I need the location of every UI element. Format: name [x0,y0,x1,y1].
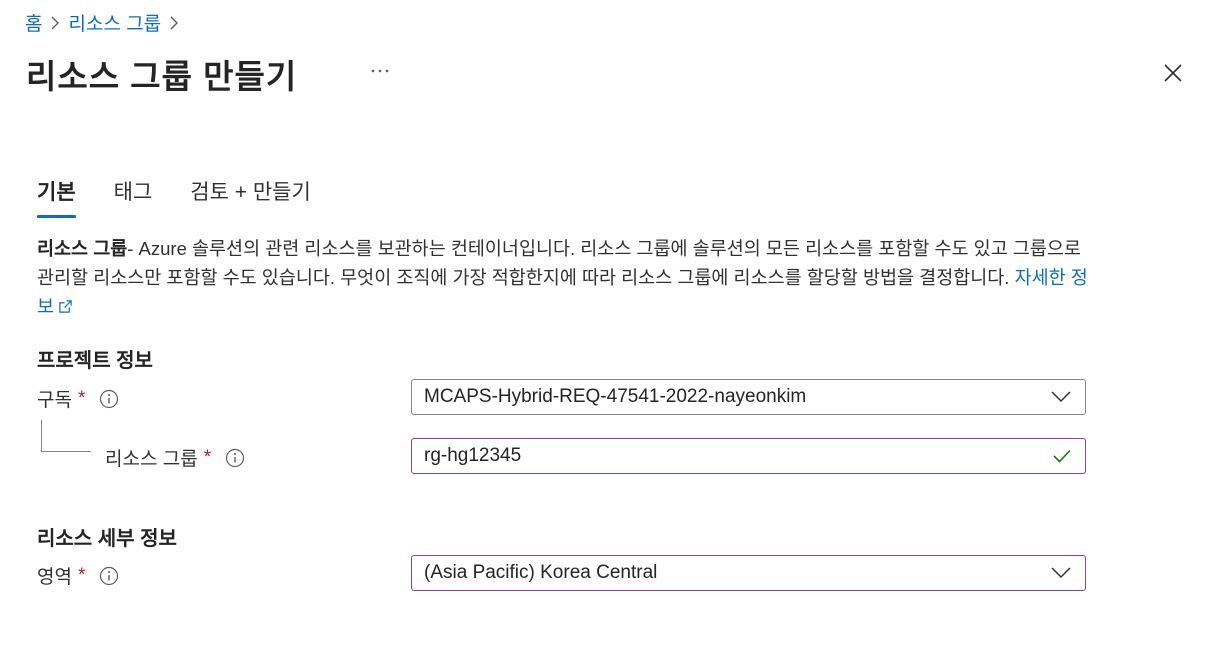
resource-details-heading: 리소스 세부 정보 [37,528,177,550]
tab-review-create[interactable]: 검토 + 만들기 [190,176,311,218]
description-body: - Azure 솔루션의 관련 리소스를 보관하는 컨테이너입니다. 리소스 그… [37,238,1081,288]
breadcrumb-resource-groups-link[interactable]: 리소스 그룹 [68,9,161,36]
chevron-right-icon [161,13,187,33]
subscription-value: MCAPS-Hybrid-REQ-47541-2022-nayeonkim [424,386,807,407]
required-marker: * [77,387,86,409]
tree-connector [41,420,91,452]
breadcrumb-home-link[interactable]: 홈 [25,9,42,36]
ellipsis-icon [371,69,389,73]
region-label: 영역 [37,567,72,588]
external-link-icon [59,300,72,313]
page-title: 리소스 그룹 만들기 [26,58,298,95]
required-marker: * [203,446,212,468]
subscription-label-row: 구독 * [37,385,119,412]
info-icon[interactable] [99,389,119,409]
resource-group-label-row: 리소스 그룹 * [105,444,245,471]
resource-group-value: rg-hg12345 [424,445,522,466]
resource-group-label: 리소스 그룹 [105,449,198,470]
more-options-button[interactable] [368,60,392,82]
info-icon[interactable] [225,448,245,468]
description-text: 리소스 그룹- Azure 솔루션의 관련 리소스를 보관하는 컨테이너입니다.… [37,234,1097,321]
close-button[interactable] [1160,60,1186,86]
info-icon[interactable] [99,566,119,586]
tab-tags[interactable]: 태그 [114,176,153,218]
tab-list: 기본 태그 검토 + 만들기 [37,176,311,218]
checkmark-icon [1053,449,1071,463]
chevron-down-icon [1051,567,1071,579]
required-marker: * [77,564,86,586]
create-resource-group-page: 홈 리소스 그룹 리소스 그룹 만들기 기본 태그 검토 + 만들기 리소스 그… [0,0,1215,666]
description-bold: 리소스 그룹 [37,238,128,259]
chevron-down-icon [1051,391,1071,403]
region-dropdown[interactable]: (Asia Pacific) Korea Central [411,555,1086,591]
project-details-heading: 프로젝트 정보 [37,350,153,372]
subscription-label: 구독 [37,390,72,411]
region-value: (Asia Pacific) Korea Central [424,562,658,583]
subscription-dropdown[interactable]: MCAPS-Hybrid-REQ-47541-2022-nayeonkim [411,379,1086,415]
resource-group-name-input[interactable]: rg-hg12345 [411,438,1086,474]
close-icon [1164,64,1182,82]
region-label-row: 영역 * [37,562,119,589]
tab-basics[interactable]: 기본 [37,176,76,218]
breadcrumb: 홈 리소스 그룹 [25,9,187,36]
chevron-right-icon [42,13,68,33]
